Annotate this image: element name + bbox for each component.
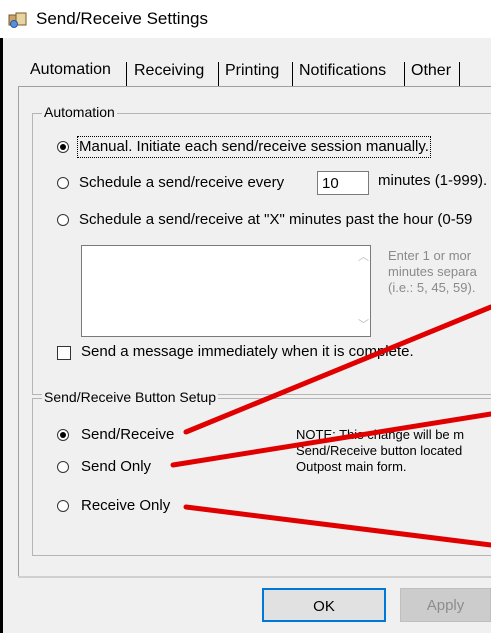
tab-panel-automation: Automation Manual. Initiate each send/re… bbox=[18, 86, 491, 577]
note-line2: Send/Receive button located bbox=[296, 443, 463, 458]
send-only-radio[interactable] bbox=[57, 461, 69, 473]
automation-group-legend: Automation bbox=[42, 104, 117, 120]
send-immediately-label[interactable]: Send a message immediately when it is co… bbox=[81, 343, 414, 361]
manual-radio[interactable] bbox=[57, 141, 69, 153]
tab-automation[interactable]: Automation bbox=[30, 52, 111, 86]
schedule-minutes-input[interactable] bbox=[317, 171, 369, 195]
schedule-past-hour-label[interactable]: Schedule a send/receive at "X" minutes p… bbox=[79, 211, 472, 229]
send-receive-radio[interactable] bbox=[57, 429, 69, 441]
note-line3: Outpost main form. bbox=[296, 459, 407, 474]
tab-separator bbox=[218, 62, 219, 86]
send-immediately-checkbox[interactable] bbox=[57, 346, 71, 360]
tab-notifications[interactable]: Notifications bbox=[299, 56, 387, 86]
tab-separator bbox=[126, 62, 127, 86]
minutes-hint-line3: (i.e.: 5, 45, 59). bbox=[388, 280, 476, 295]
title-bar: Send/Receive Settings bbox=[0, 0, 491, 38]
schedule-every-radio[interactable] bbox=[57, 177, 69, 189]
window-title: Send/Receive Settings bbox=[36, 9, 208, 28]
tab-separator bbox=[459, 62, 460, 86]
schedule-every-label[interactable]: Schedule a send/receive every bbox=[79, 174, 284, 192]
button-setup-legend: Send/Receive Button Setup bbox=[42, 389, 219, 405]
send-receive-label[interactable]: Send/Receive bbox=[81, 426, 174, 444]
apply-button[interactable]: Apply bbox=[400, 588, 491, 622]
send-only-label[interactable]: Send Only bbox=[81, 458, 151, 476]
scroll-up-icon[interactable]: ︿ bbox=[358, 251, 369, 263]
receive-only-radio[interactable] bbox=[57, 500, 69, 512]
app-window-icon bbox=[8, 12, 27, 28]
tab-separator bbox=[404, 62, 405, 86]
minutes-hint-line1: Enter 1 or mor bbox=[388, 248, 472, 263]
schedule-past-hour-radio[interactable] bbox=[57, 214, 69, 226]
note-line1: NOTE: This change will be m bbox=[296, 427, 465, 442]
scroll-down-icon[interactable]: ﹀ bbox=[358, 319, 369, 331]
manual-label[interactable]: Manual. Initiate each send/receive sessi… bbox=[77, 136, 431, 158]
minutes-list-box[interactable] bbox=[81, 245, 371, 337]
schedule-every-suffix: minutes (1-999). bbox=[378, 172, 488, 189]
button-setup-group bbox=[32, 398, 491, 556]
window-frame bbox=[0, 38, 3, 633]
tab-separator bbox=[292, 62, 293, 86]
ok-button[interactable]: OK bbox=[262, 588, 386, 622]
tab-other[interactable]: Other bbox=[411, 56, 452, 86]
minutes-hint-line2: minutes separa bbox=[388, 264, 477, 279]
tab-receiving[interactable]: Receiving bbox=[134, 56, 205, 86]
receive-only-label[interactable]: Receive Only bbox=[81, 497, 170, 515]
button-divider bbox=[18, 576, 491, 578]
tab-printing[interactable]: Printing bbox=[225, 56, 280, 86]
